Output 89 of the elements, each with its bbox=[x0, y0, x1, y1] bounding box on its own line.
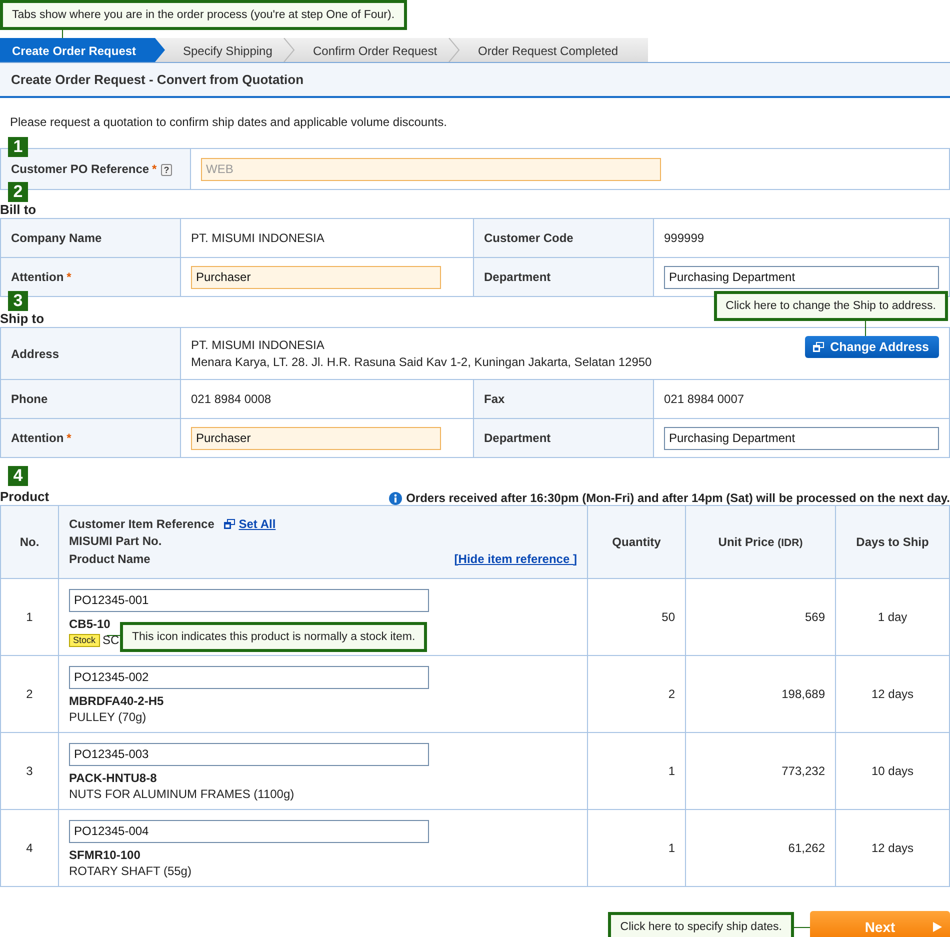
triangle-icon bbox=[933, 922, 942, 932]
part-number: CB5-10 bbox=[69, 616, 112, 632]
step-tab[interactable]: Confirm Order Request bbox=[295, 38, 460, 62]
table-cell: 61,262 bbox=[686, 810, 836, 886]
table-cell: 1 bbox=[588, 732, 686, 810]
table-cell: 569 bbox=[686, 578, 836, 656]
stock-badge: Stock bbox=[69, 634, 100, 646]
input-field[interactable]: PO12345-001 bbox=[69, 588, 429, 612]
tip-callout: This icon indicates this product is normally a stock item. bbox=[120, 622, 428, 652]
column-header: MISUMI Part No. bbox=[69, 533, 162, 550]
step-number: 4 bbox=[8, 466, 28, 486]
input-field[interactable]: Purchaser bbox=[191, 426, 441, 450]
field-label: Address bbox=[11, 346, 60, 360]
field-label: Attention bbox=[11, 431, 64, 445]
page-title: Create Order Request - Convert from Quotation bbox=[0, 62, 950, 98]
input-field[interactable]: PO12345-003 bbox=[69, 742, 429, 766]
field-value: 021 8984 0008 bbox=[180, 380, 474, 418]
notice-text: Orders received after 16:30pm (Mon-Fri) and after 14pm (Sat) will be processed on the next day. bbox=[406, 491, 950, 505]
field-value: 999999 bbox=[654, 218, 950, 258]
product-name: SC bbox=[102, 632, 120, 646]
table-cell: 198,689 bbox=[686, 656, 836, 732]
product-name: PULLEY (70g) bbox=[69, 710, 146, 724]
part-number: SFMR10-100 bbox=[69, 846, 142, 862]
field-label: Company Name bbox=[11, 231, 102, 245]
tip-callout: Click here to specify ship dates. bbox=[608, 912, 794, 937]
step-number: 1 bbox=[8, 137, 28, 157]
table-cell: 773,232 bbox=[686, 732, 836, 810]
table-cell: 12 days bbox=[836, 656, 950, 732]
product-name: NUTS FOR ALUMINUM FRAMES (1100g) bbox=[69, 786, 294, 800]
product-name: ROTARY SHAFT (55g) bbox=[69, 864, 192, 878]
unit-label: (IDR) bbox=[778, 537, 803, 549]
set-all-link[interactable]: Set All bbox=[238, 516, 276, 531]
input-field[interactable]: PO12345-004 bbox=[69, 820, 429, 842]
hide-reference-link[interactable]: [Hide item reference ] bbox=[454, 550, 577, 568]
field-value: 021 8984 0007 bbox=[654, 380, 950, 418]
table-cell: 1 bbox=[0, 578, 58, 656]
step-tab[interactable]: Order Request Completed bbox=[460, 38, 648, 62]
column-header: Product Name bbox=[69, 550, 150, 568]
input-field[interactable]: Purchaser bbox=[191, 266, 441, 288]
table-cell: 1 bbox=[588, 810, 686, 886]
column-header: Days to Ship bbox=[836, 506, 950, 578]
field-value: PT. MISUMI INDONESIA bbox=[180, 218, 474, 258]
section-heading: Ship to bbox=[0, 311, 44, 327]
tip-callout: Click here to change the Ship to address. bbox=[714, 291, 948, 321]
step-tab[interactable]: Specify Shipping bbox=[165, 38, 295, 62]
field-label: Customer Code bbox=[484, 231, 574, 245]
column-header: Customer Item Reference bbox=[69, 516, 214, 531]
required-mark: * bbox=[66, 431, 72, 445]
help-button[interactable]: ? bbox=[160, 164, 172, 176]
field-label: Customer PO Reference bbox=[11, 162, 150, 176]
input-field[interactable]: Purchasing Department bbox=[664, 426, 939, 450]
step-number: 3 bbox=[8, 291, 28, 311]
column-header: Quantity bbox=[588, 506, 686, 578]
table-cell: 10 days bbox=[836, 732, 950, 810]
info-icon bbox=[389, 492, 402, 504]
part-number: PACK-HNTU8-8 bbox=[69, 770, 158, 786]
table-cell: 2 bbox=[0, 656, 58, 732]
table-cell: 12 days bbox=[836, 810, 950, 886]
input-field[interactable]: WEB bbox=[201, 158, 661, 180]
part-number: MBRDFA40-2-H5 bbox=[69, 692, 165, 708]
field-label: Fax bbox=[484, 392, 505, 406]
window-icon bbox=[813, 342, 824, 352]
field-label: Phone bbox=[11, 392, 48, 406]
table-cell: 50 bbox=[588, 578, 686, 656]
table-cell: 4 bbox=[0, 810, 58, 886]
intro-text: Please request a quotation to confirm ship dates and applicable volume discounts. bbox=[9, 114, 448, 131]
address-line: Menara Karya, LT. 28. Jl. H.R. Rasuna Said Kav 1-2, Kuningan Jakarta, Selatan 12950 bbox=[191, 354, 652, 370]
field-label: Department bbox=[484, 270, 551, 284]
change-address-button[interactable]: Change Address bbox=[805, 336, 939, 358]
table-cell: 1 day bbox=[836, 578, 950, 656]
column-header: Unit Price bbox=[718, 535, 774, 549]
field-label: Attention bbox=[11, 270, 64, 284]
step-tab[interactable]: Create Order Request bbox=[0, 38, 165, 62]
section-heading: Bill to bbox=[0, 202, 36, 218]
required-mark: * bbox=[66, 270, 72, 284]
table-cell: 3 bbox=[0, 732, 58, 810]
tip-callout: Tabs show where you are in the order process (you're at step One of Four). bbox=[0, 0, 407, 30]
step-number: 2 bbox=[8, 182, 28, 202]
column-header: No. bbox=[0, 506, 58, 578]
table-cell: 2 bbox=[588, 656, 686, 732]
input-field[interactable]: PO12345-002 bbox=[69, 666, 429, 688]
address-line: PT. MISUMI INDONESIA bbox=[191, 336, 324, 354]
required-mark: * bbox=[152, 162, 157, 176]
section-heading: Product bbox=[0, 489, 50, 505]
chevron-icon bbox=[283, 38, 295, 62]
window-icon bbox=[224, 518, 236, 529]
input-field[interactable]: Purchasing Department bbox=[664, 266, 939, 288]
field-label: Department bbox=[484, 431, 551, 445]
chevron-icon bbox=[448, 38, 460, 62]
